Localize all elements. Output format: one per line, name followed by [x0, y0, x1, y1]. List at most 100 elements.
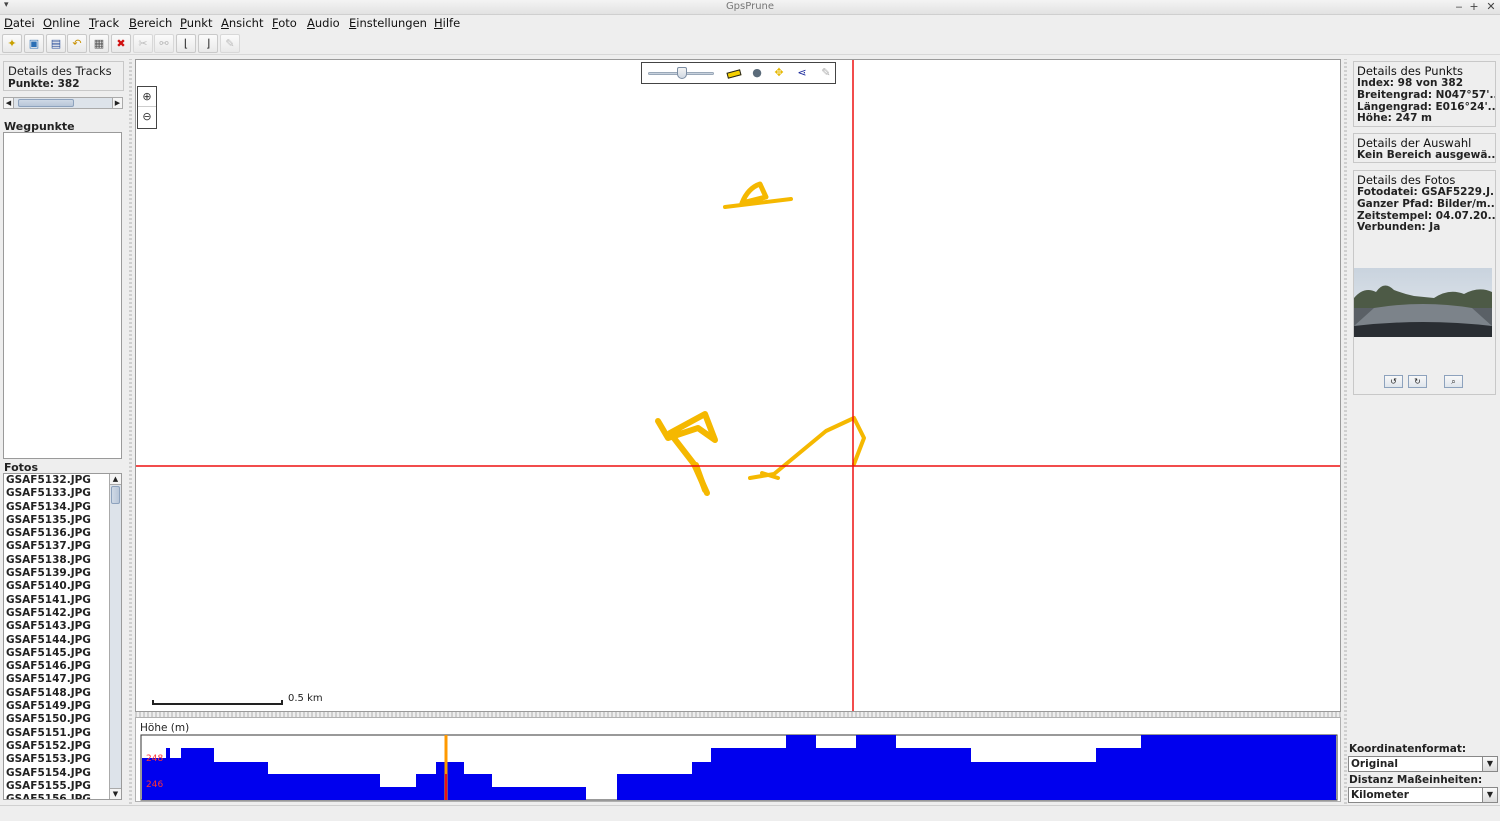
photo-zoom-icon[interactable]: ⌕: [1444, 375, 1463, 388]
track-horizontal-scrollbar[interactable]: ◀ ▶: [3, 97, 123, 109]
list-item[interactable]: GSAF5146.JPG: [4, 660, 121, 673]
profile-bar: [1166, 735, 1336, 800]
profile-bar: [380, 787, 416, 800]
globe-icon[interactable]: ●: [750, 66, 764, 80]
zoom-control: ⊕ ⊖: [137, 86, 157, 129]
list-item[interactable]: GSAF5138.JPG: [4, 554, 121, 567]
scrollbar-thumb[interactable]: [18, 99, 74, 107]
title-bar: ▾ GpsPrune ‒ + ✕: [0, 0, 1500, 15]
list-item[interactable]: GSAF5154.JPG: [4, 767, 121, 780]
distance-units-select[interactable]: Kilometer ▼: [1348, 787, 1498, 803]
rotate-left-icon[interactable]: ↺: [1384, 375, 1403, 388]
edit-icon[interactable]: ▦: [89, 34, 109, 53]
select-start-icon[interactable]: ⌊: [176, 34, 196, 53]
save-icon[interactable]: ▤: [46, 34, 66, 53]
menu-punkt[interactable]: Punkt: [180, 16, 212, 30]
list-item[interactable]: GSAF5145.JPG: [4, 647, 121, 660]
delete-icon[interactable]: ✖: [111, 34, 131, 53]
scroll-down-icon[interactable]: ▼: [110, 788, 121, 799]
photo-path: Ganzer Pfad: Bilder/m...: [1357, 198, 1495, 210]
waypoints-list[interactable]: [3, 132, 122, 459]
chevron-down-icon[interactable]: ▼: [1482, 788, 1497, 802]
profile-tick-high: 248: [146, 754, 163, 764]
photos-list[interactable]: GSAF5132.JPG GSAF5133.JPG GSAF5134.JPG GSAF…: [3, 473, 122, 800]
pan-icon[interactable]: ✥: [772, 66, 786, 80]
menu-bereich[interactable]: Bereich: [129, 16, 172, 30]
list-item[interactable]: GSAF5155.JPG: [4, 780, 121, 793]
scroll-right-icon[interactable]: ▶: [112, 98, 122, 108]
scrollbar-thumb[interactable]: [111, 486, 120, 504]
menu-hilfe[interactable]: Hilfe: [434, 16, 460, 30]
scroll-up-icon[interactable]: ▲: [110, 474, 121, 485]
profile-chart[interactable]: 248 246: [136, 718, 1342, 803]
list-item[interactable]: GSAF5136.JPG: [4, 527, 121, 540]
menu-audio[interactable]: Audio: [307, 16, 340, 30]
connect-points-icon[interactable]: ⋖: [795, 66, 809, 80]
track-segment: [739, 181, 769, 206]
track-details-panel: Details des Tracks Punkte: 382: [3, 61, 124, 91]
scale-ruler-icon[interactable]: [726, 69, 742, 79]
load-photo-icon[interactable]: ▣: [24, 34, 44, 53]
edit-mode-icon[interactable]: ✎: [819, 66, 833, 80]
list-item[interactable]: GSAF5153.JPG: [4, 753, 121, 766]
connect-icon[interactable]: ⚯: [154, 34, 174, 53]
maximize-icon[interactable]: +: [1468, 0, 1480, 13]
list-item[interactable]: GSAF5147.JPG: [4, 673, 121, 686]
menu-track[interactable]: Track: [89, 16, 119, 30]
profile-bar: [336, 774, 380, 800]
list-item[interactable]: GSAF5140.JPG: [4, 580, 121, 593]
profile-bar: [436, 762, 464, 800]
map-view[interactable]: ⊕ ⊖ ● ✥ ⋖ ✎ 0.5 km: [135, 59, 1341, 712]
minimize-icon[interactable]: ‒: [1453, 0, 1465, 13]
list-item[interactable]: GSAF5143.JPG: [4, 620, 121, 633]
menu-einstellungen[interactable]: Einstellungen: [349, 16, 427, 30]
list-item[interactable]: GSAF5156.JPG: [4, 793, 121, 799]
list-item[interactable]: GSAF5149.JPG: [4, 700, 121, 713]
list-item[interactable]: GSAF5137.JPG: [4, 540, 121, 553]
map-canvas[interactable]: [136, 60, 1341, 712]
compass-icon[interactable]: ✎: [220, 34, 240, 53]
profile-bar: [464, 774, 492, 800]
point-longitude: Längengrad: E016°24'...: [1357, 101, 1495, 113]
list-item[interactable]: GSAF5134.JPG: [4, 501, 121, 514]
rotate-right-icon[interactable]: ↻: [1408, 375, 1427, 388]
menu-foto[interactable]: Foto: [272, 16, 297, 30]
close-icon[interactable]: ✕: [1485, 0, 1497, 13]
menu-online[interactable]: Online: [43, 16, 80, 30]
left-splitter[interactable]: [129, 59, 132, 804]
list-item[interactable]: GSAF5148.JPG: [4, 687, 121, 700]
profile-bar: [536, 787, 586, 800]
scroll-left-icon[interactable]: ◀: [4, 98, 14, 108]
cut-icon[interactable]: ✂: [133, 34, 153, 53]
altitude-profile[interactable]: Höhe (m) 248 246: [135, 717, 1341, 802]
list-item[interactable]: GSAF5151.JPG: [4, 727, 121, 740]
list-item[interactable]: GSAF5141.JPG: [4, 594, 121, 607]
new-file-icon[interactable]: ✦: [2, 34, 22, 53]
photo-thumbnail[interactable]: [1354, 268, 1492, 337]
right-splitter[interactable]: [1344, 59, 1347, 804]
list-item[interactable]: GSAF5133.JPG: [4, 487, 121, 500]
coord-format-select[interactable]: Original ▼: [1348, 756, 1498, 772]
photos-vertical-scrollbar[interactable]: ▲ ▼: [109, 474, 121, 799]
chevron-down-icon[interactable]: ▼: [1482, 757, 1497, 771]
profile-bar: [711, 748, 786, 800]
select-end-icon[interactable]: ⌋: [198, 34, 218, 53]
list-item[interactable]: GSAF5152.JPG: [4, 740, 121, 753]
photo-connected: Verbunden: Ja: [1357, 222, 1441, 234]
list-item[interactable]: GSAF5135.JPG: [4, 514, 121, 527]
list-item[interactable]: GSAF5139.JPG: [4, 567, 121, 580]
profile-bar: [416, 774, 436, 800]
list-item[interactable]: GSAF5132.JPG: [4, 474, 121, 487]
undo-icon[interactable]: ↶: [67, 34, 87, 53]
profile-bar: [214, 762, 268, 800]
zoom-out-icon[interactable]: ⊖: [138, 107, 156, 127]
slider-knob[interactable]: [677, 67, 687, 79]
track-points-count: Punkte: 382: [8, 78, 80, 90]
list-item[interactable]: GSAF5142.JPG: [4, 607, 121, 620]
profile-bar: [1096, 748, 1141, 800]
menu-ansicht[interactable]: Ansicht: [221, 16, 263, 30]
zoom-in-icon[interactable]: ⊕: [138, 87, 156, 107]
menu-datei[interactable]: Datei: [4, 16, 35, 30]
list-item[interactable]: GSAF5144.JPG: [4, 634, 121, 647]
list-item[interactable]: GSAF5150.JPG: [4, 713, 121, 726]
